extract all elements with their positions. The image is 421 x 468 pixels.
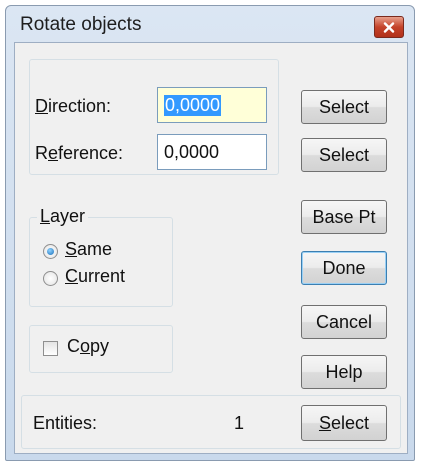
- direction-select-button[interactable]: Select: [301, 90, 387, 124]
- direction-field[interactable]: 0,0000: [157, 87, 267, 123]
- reference-field[interactable]: 0,0000: [157, 134, 267, 170]
- entities-count: 1: [234, 413, 245, 433]
- layer-legend: Layer: [37, 206, 89, 227]
- base-pt-button[interactable]: Base Pt: [301, 200, 387, 234]
- done-button[interactable]: Done: [301, 251, 387, 285]
- copy-checkbox[interactable]: [43, 341, 58, 356]
- window-title: Rotate objects: [20, 14, 142, 35]
- entities-label: Entities:: [33, 413, 98, 433]
- radio-current[interactable]: [43, 271, 58, 286]
- title-bar[interactable]: Rotate objects: [6, 6, 414, 42]
- copy-label: Copy: [67, 336, 110, 356]
- dialog-client-area: Direction: 0,0000 Reference: 0,0000 Sele…: [14, 42, 408, 454]
- help-button[interactable]: Help: [301, 355, 387, 389]
- reference-label: Reference:: [35, 143, 124, 163]
- dialog-window: Rotate objects Direction: 0,0000 Referen…: [5, 5, 415, 461]
- cancel-button[interactable]: Cancel: [301, 305, 387, 339]
- direction-value: 0,0000: [164, 94, 222, 116]
- close-button[interactable]: [374, 16, 404, 38]
- reference-select-button[interactable]: Select: [301, 138, 387, 172]
- radio-current-label: Current: [65, 266, 126, 286]
- radio-same-label: Same: [65, 239, 113, 259]
- layer-group: [29, 217, 173, 307]
- entities-select-button[interactable]: Select: [301, 405, 387, 441]
- close-icon: [383, 21, 395, 33]
- reference-value: 0,0000: [164, 141, 220, 162]
- radio-same[interactable]: [43, 244, 58, 259]
- direction-label: Direction:: [35, 96, 112, 116]
